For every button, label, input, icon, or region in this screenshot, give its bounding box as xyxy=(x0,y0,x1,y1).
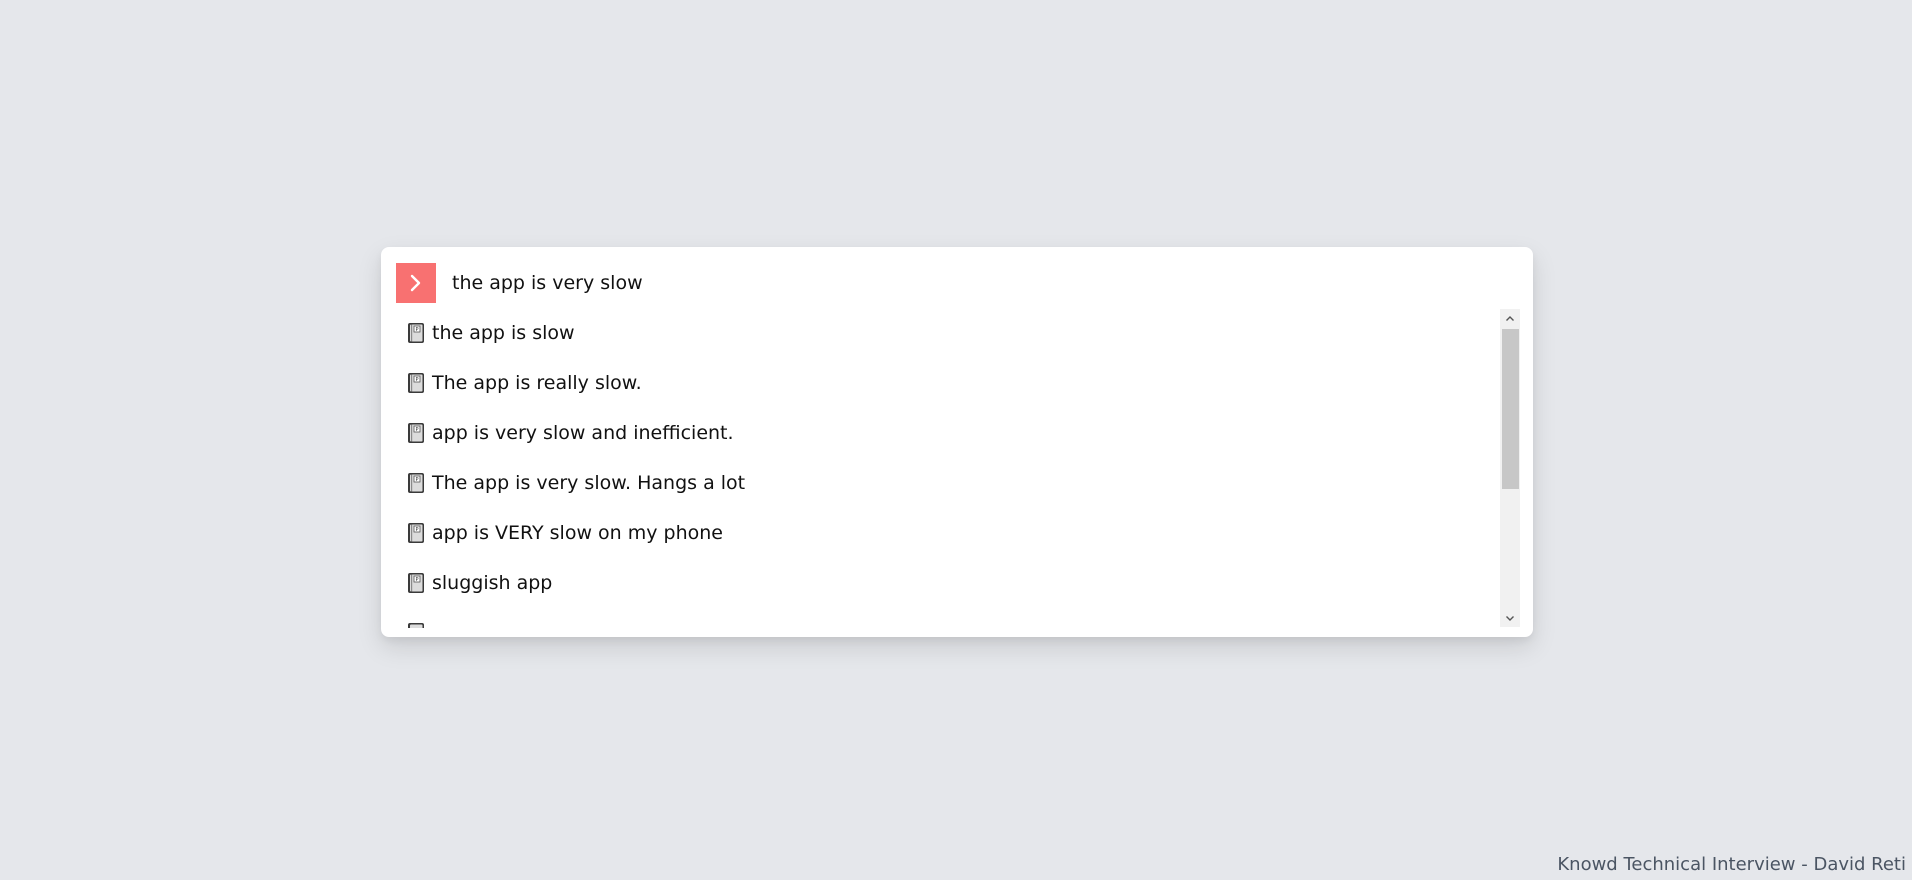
result-label: app is VERY slow on my phone xyxy=(432,522,723,544)
svg-text:P: P xyxy=(415,477,418,483)
book-icon: P xyxy=(408,573,424,593)
result-item[interactable]: P sluggish app xyxy=(396,558,1481,608)
book-icon: P xyxy=(408,473,424,493)
book-icon: P xyxy=(408,523,424,543)
scroll-down-icon[interactable] xyxy=(1500,609,1520,627)
book-icon: P xyxy=(408,373,424,393)
svg-text:P: P xyxy=(415,577,418,583)
result-item[interactable]: P app is VERY slow on my phone xyxy=(396,508,1481,558)
result-label: app is very slow and inefficient. xyxy=(432,422,734,444)
result-item[interactable]: P app is very slow and inefficient. xyxy=(396,408,1481,458)
book-icon xyxy=(408,623,424,628)
result-label: sluggish app xyxy=(432,572,553,594)
book-icon: P xyxy=(408,423,424,443)
search-input[interactable] xyxy=(452,265,1492,301)
search-row xyxy=(396,263,1518,303)
result-label: The app is really slow. xyxy=(432,372,642,394)
result-item[interactable]: P the app is slow xyxy=(396,308,1481,358)
svg-text:P: P xyxy=(415,377,418,383)
scroll-thumb[interactable] xyxy=(1502,329,1519,489)
results-list: P the app is slow P The app is really sl… xyxy=(396,308,1506,628)
svg-text:P: P xyxy=(415,527,418,533)
command-palette: P the app is slow P The app is really sl… xyxy=(381,247,1533,637)
svg-text:P: P xyxy=(415,427,418,433)
result-label: The app is very slow. Hangs a lot xyxy=(432,472,746,494)
result-item[interactable]: P The app is really slow. xyxy=(396,358,1481,408)
results-scrollbar[interactable] xyxy=(1500,309,1520,627)
result-label: the app is slow xyxy=(432,322,575,344)
book-icon: P xyxy=(408,323,424,343)
result-item[interactable]: P The app is very slow. Hangs a lot xyxy=(396,458,1481,508)
svg-text:P: P xyxy=(415,327,418,333)
footer-credit: Knowd Technical Interview - David Reti xyxy=(1557,854,1906,875)
chevron-right-icon[interactable] xyxy=(396,263,436,303)
scroll-up-icon[interactable] xyxy=(1500,309,1520,327)
result-item-partial[interactable] xyxy=(396,608,1481,628)
